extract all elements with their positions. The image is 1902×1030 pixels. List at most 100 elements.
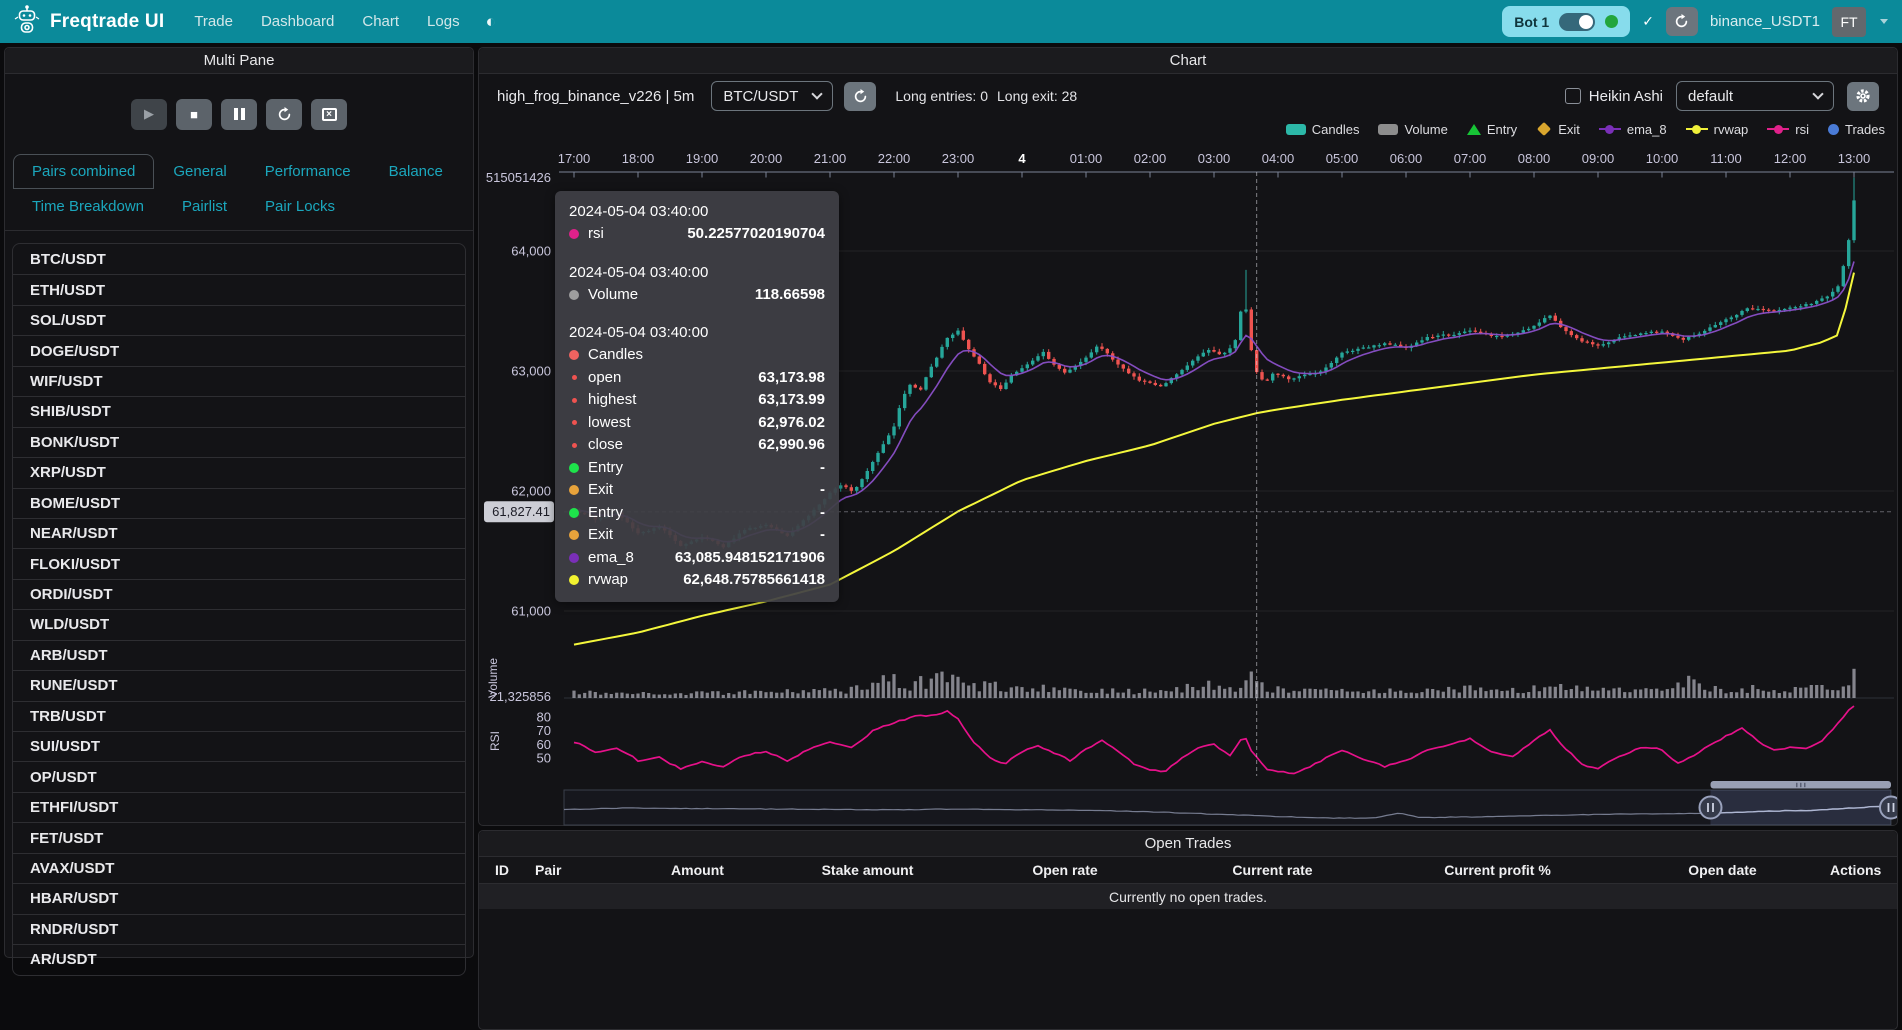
pair-row-btc[interactable]: BTC/USDT (13, 244, 465, 274)
legend-item-rsi[interactable]: rsi (1767, 122, 1809, 137)
tooltip-row: highest 63,173.99 (569, 389, 825, 412)
pair-row-ordi[interactable]: ORDI/USDT (13, 579, 465, 609)
pair-row-sui[interactable]: SUI/USDT (13, 731, 465, 761)
freqtrade-robot-logo-icon (14, 4, 40, 39)
svg-text:62,000: 62,000 (511, 484, 551, 499)
plot-config-value: default (1688, 88, 1733, 105)
long-entries-label: Long entries: 0 (895, 88, 988, 104)
column-header-stake-amount[interactable]: Stake amount (770, 862, 965, 878)
plot-region: 17:0018:0019:0020:0021:0022:0023:00401:0… (479, 140, 1897, 826)
legend-item-entry[interactable]: Entry (1467, 122, 1517, 137)
datazoom-left-handle[interactable] (1700, 797, 1722, 819)
plot-settings-button[interactable] (1847, 82, 1879, 111)
column-header-open-rate[interactable]: Open rate (965, 862, 1165, 878)
tab-pairs-combined[interactable]: Pairs combined (13, 154, 154, 189)
legend-item-exit[interactable]: Exit (1536, 122, 1580, 137)
legend-item-volume[interactable]: Volume (1378, 122, 1447, 137)
svg-text:09:00: 09:00 (1582, 151, 1615, 166)
top-navbar: Freqtrade UI Trade Dashboard Chart Logs ◐ B… (0, 0, 1902, 43)
stop-button[interactable]: ■ (176, 99, 212, 130)
legend-item-rvwap[interactable]: rvwap (1686, 122, 1749, 137)
svg-text:08:00: 08:00 (1518, 151, 1551, 166)
legend-item-trades[interactable]: Trades (1828, 122, 1885, 137)
series-dot-icon (569, 229, 579, 239)
plot-config-select[interactable]: default (1676, 81, 1834, 111)
brand[interactable]: Freqtrade UI (14, 4, 164, 39)
tooltip-row: Entry - (569, 457, 825, 480)
pair-row-wif[interactable]: WIF/USDT (13, 366, 465, 396)
series-dot-icon (569, 463, 579, 473)
refresh-chart-button[interactable] (844, 82, 876, 111)
pair-row-hbar[interactable]: HBAR/USDT (13, 883, 465, 913)
column-header-open-date[interactable]: Open date (1615, 862, 1830, 878)
column-header-current-profit--[interactable]: Current profit % (1380, 862, 1615, 878)
pair-row-bonk[interactable]: BONK/USDT (13, 427, 465, 457)
long-exits-label: Long exit: 28 (997, 88, 1077, 104)
series-dot-icon (572, 443, 577, 448)
pair-row-arb[interactable]: ARB/USDT (13, 640, 465, 670)
pair-row-fet[interactable]: FET/USDT (13, 822, 465, 852)
series-dot-icon (572, 420, 577, 425)
tab-pairlist[interactable]: Pairlist (163, 189, 246, 224)
pair-row-shib[interactable]: SHIB/USDT (13, 396, 465, 426)
column-header-id[interactable]: ID (495, 862, 535, 878)
close-x-icon: × (322, 108, 337, 121)
svg-text:22:00: 22:00 (878, 151, 911, 166)
pair-row-floki[interactable]: FLOKI/USDT (13, 548, 465, 578)
column-header-actions[interactable]: Actions (1830, 862, 1881, 878)
svg-text:17:00: 17:00 (558, 151, 591, 166)
bot-controls: ▶ ■ × (5, 74, 473, 154)
pair-row-wld[interactable]: WLD/USDT (13, 609, 465, 639)
tab-performance[interactable]: Performance (246, 154, 370, 189)
play-button[interactable]: ▶ (131, 99, 167, 130)
tooltip-row: lowest 62,976.02 (569, 412, 825, 435)
nav-link-dashboard[interactable]: Dashboard (261, 13, 334, 30)
column-header-current-rate[interactable]: Current rate (1165, 862, 1380, 878)
svg-text:61,827.41: 61,827.41 (492, 504, 550, 519)
pair-row-op[interactable]: OP/USDT (13, 761, 465, 791)
pair-row-eth[interactable]: ETH/USDT (13, 274, 465, 304)
tab-pair-locks[interactable]: Pair Locks (246, 189, 354, 224)
nav-link-trade[interactable]: Trade (194, 13, 233, 30)
pair-row-ar[interactable]: AR/USDT (13, 944, 465, 974)
pair-row-xrp[interactable]: XRP/USDT (13, 457, 465, 487)
nav-link-logs[interactable]: Logs (427, 13, 460, 30)
pair-select[interactable]: BTC/USDT (711, 81, 833, 111)
tab-time-breakdown[interactable]: Time Breakdown (13, 189, 163, 224)
svg-text:12:00: 12:00 (1774, 151, 1807, 166)
nav-link-chart[interactable]: Chart (362, 13, 399, 30)
svg-text:RSI: RSI (488, 731, 502, 751)
pair-row-rndr[interactable]: RNDR/USDT (13, 914, 465, 944)
tab-balance[interactable]: Balance (370, 154, 462, 189)
pair-row-doge[interactable]: DOGE/USDT (13, 335, 465, 365)
datazoom-right-handle[interactable] (1880, 797, 1897, 819)
legend-marker (1378, 124, 1398, 135)
svg-text:50: 50 (537, 751, 551, 766)
pair-row-bome[interactable]: BOME/USDT (13, 488, 465, 518)
tab-general[interactable]: General (154, 154, 245, 189)
close-trade-button[interactable]: × (311, 99, 347, 130)
legend-item-ema_8[interactable]: ema_8 (1599, 122, 1667, 137)
pair-row-rune[interactable]: RUNE/USDT (13, 670, 465, 700)
legend-item-candles[interactable]: Candles (1286, 122, 1360, 137)
column-header-amount[interactable]: Amount (625, 862, 770, 878)
bot-toggle[interactable] (1559, 13, 1595, 31)
nav-links: Trade Dashboard Chart Logs (194, 13, 459, 30)
pause-button[interactable] (221, 99, 257, 130)
svg-text:05:00: 05:00 (1326, 151, 1359, 166)
pair-row-ethfi[interactable]: ETHFI/USDT (13, 792, 465, 822)
pair-row-avax[interactable]: AVAX/USDT (13, 853, 465, 883)
heikin-ashi-checkbox[interactable] (1565, 88, 1581, 104)
theme-toggle-icon[interactable]: ◐ (486, 12, 496, 32)
navbar-right: Bot 1 ✓ binance_USDT1 FT (1502, 6, 1888, 37)
pair-row-near[interactable]: NEAR/USDT (13, 518, 465, 548)
column-header-pair[interactable]: Pair (535, 862, 625, 878)
pair-row-sol[interactable]: SOL/USDT (13, 305, 465, 335)
pair-row-trb[interactable]: TRB/USDT (13, 701, 465, 731)
sidebar-tabs-row-2: Time BreakdownPairlistPair Locks (5, 189, 473, 224)
bot-selector[interactable]: Bot 1 (1502, 6, 1630, 37)
user-avatar[interactable]: FT (1832, 7, 1866, 37)
tooltip-row: open 63,173.98 (569, 367, 825, 390)
reload-bot-button[interactable] (1666, 7, 1698, 36)
reload-config-button[interactable] (266, 99, 302, 130)
